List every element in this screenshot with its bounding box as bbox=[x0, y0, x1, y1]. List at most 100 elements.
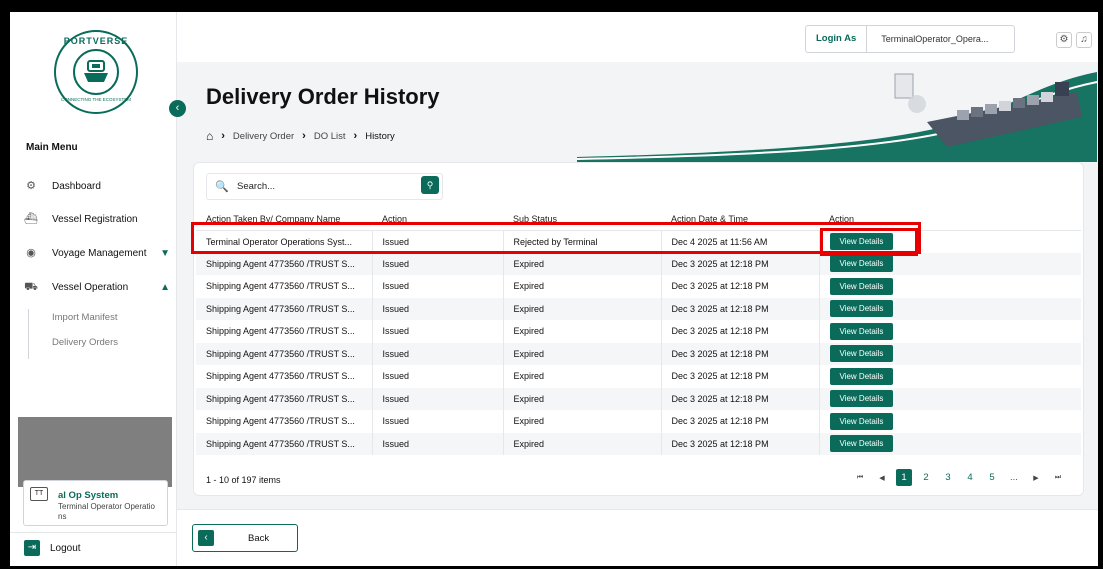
sidebar-item-label: Voyage Management bbox=[52, 247, 147, 259]
voyage-icon: ◉ bbox=[26, 247, 36, 259]
view-details-button[interactable]: View Details bbox=[829, 300, 894, 318]
logout-button[interactable]: ⇥ Logout bbox=[24, 540, 81, 556]
cell-company: Shipping Agent 4773560 /TRUST S... bbox=[196, 275, 373, 298]
page-header: Delivery Order History ⌂ › Delivery Orde… bbox=[177, 62, 1098, 162]
chevron-left-icon: ‹ bbox=[198, 530, 214, 546]
sidebar-item-dashboard[interactable]: ⚙ Dashboard bbox=[24, 176, 170, 196]
avatar: TT bbox=[30, 487, 48, 501]
cell-date: Dec 3 2025 at 12:18 PM bbox=[661, 365, 820, 388]
cell-date: Dec 3 2025 at 12:18 PM bbox=[661, 410, 820, 433]
page-3-button[interactable]: 3 bbox=[937, 472, 959, 483]
cell-action: Issued bbox=[372, 387, 504, 410]
cell-company: Shipping Agent 4773560 /TRUST S... bbox=[196, 252, 373, 275]
breadcrumb: ⌂ › Delivery Order › DO List › History bbox=[206, 129, 403, 143]
cell-date: Dec 3 2025 at 12:18 PM bbox=[661, 432, 820, 455]
view-details-button[interactable]: View Details bbox=[829, 367, 894, 385]
cell-sub-status: Expired bbox=[503, 365, 662, 388]
chevron-up-icon: ▲ bbox=[160, 281, 170, 293]
home-icon[interactable]: ⌂ bbox=[206, 129, 213, 143]
cell-date: Dec 3 2025 at 12:18 PM bbox=[661, 252, 820, 275]
logo-tagline: CONNECTING THE ECOSYSTEM bbox=[61, 97, 131, 102]
back-label: Back bbox=[248, 532, 270, 544]
view-details-button[interactable]: View Details bbox=[829, 412, 894, 430]
cell-company: Shipping Agent 4773560 /TRUST S... bbox=[196, 365, 373, 388]
breadcrumb-delivery-order[interactable]: Delivery Order bbox=[233, 131, 294, 142]
cell-company: Shipping Agent 4773560 /TRUST S... bbox=[196, 410, 373, 433]
cell-date: Dec 3 2025 at 12:18 PM bbox=[661, 387, 820, 410]
submenu-item-import-manifest[interactable]: Import Manifest bbox=[52, 309, 118, 334]
cell-actions: View Details bbox=[819, 410, 1081, 433]
cell-sub-status: Expired bbox=[503, 410, 662, 433]
breadcrumb-do-list[interactable]: DO List bbox=[314, 131, 346, 142]
user-card[interactable]: TT al Op System Terminal Operator Operat… bbox=[23, 480, 168, 526]
cell-action: Issued bbox=[372, 410, 504, 433]
cell-actions: View Details bbox=[819, 432, 1081, 455]
login-as-selector[interactable]: Login As TerminalOperator_Opera... bbox=[805, 25, 1015, 53]
chevron-right-icon: › bbox=[221, 130, 225, 142]
cell-sub-status: Expired bbox=[503, 387, 662, 410]
cell-actions: View Details bbox=[819, 297, 1081, 320]
highlight-view-details bbox=[820, 228, 918, 256]
sidebar-divider bbox=[10, 532, 177, 533]
cell-company: Shipping Agent 4773560 /TRUST S... bbox=[196, 342, 373, 365]
view-details-button[interactable]: View Details bbox=[829, 277, 894, 295]
portverse-logo: PORTVERSE CONNECTING THE ECOSYSTEM bbox=[54, 30, 138, 114]
dashboard-icon: ⚙ bbox=[26, 180, 36, 192]
first-page-button[interactable]: ⏮ bbox=[849, 474, 871, 482]
cell-sub-status: Expired bbox=[503, 320, 662, 343]
view-details-button[interactable]: View Details bbox=[829, 322, 894, 340]
cell-company: Shipping Agent 4773560 /TRUST S... bbox=[196, 432, 373, 455]
cell-actions: View Details bbox=[819, 320, 1081, 343]
search-input[interactable] bbox=[237, 181, 387, 192]
page-5-button[interactable]: 5 bbox=[981, 472, 1003, 483]
last-page-button[interactable]: ⏭ bbox=[1047, 474, 1069, 482]
table-row: Shipping Agent 4773560 /TRUST S... Issued… bbox=[196, 252, 1081, 275]
operation-icon: ⛟ bbox=[24, 281, 38, 293]
table-row: Shipping Agent 4773560 /TRUST S... Issued… bbox=[196, 320, 1081, 343]
view-details-button[interactable]: View Details bbox=[829, 390, 894, 408]
settings-icon[interactable]: ⚙ bbox=[1056, 32, 1072, 48]
cell-actions: View Details bbox=[819, 387, 1081, 410]
page-2-button[interactable]: 2 bbox=[915, 472, 937, 483]
sidebar-collapse-button[interactable]: ‹ bbox=[169, 100, 186, 117]
page-1-button[interactable]: 1 bbox=[896, 469, 912, 486]
page-4-button[interactable]: 4 bbox=[959, 472, 981, 483]
submenu-item-delivery-orders[interactable]: Delivery Orders bbox=[52, 334, 118, 359]
search-icon: 🔍 bbox=[215, 181, 229, 193]
ship-logo-icon bbox=[73, 49, 119, 95]
search-button[interactable]: ⚲ bbox=[421, 176, 439, 194]
app-window: PORTVERSE CONNECTING THE ECOSYSTEM Main … bbox=[10, 12, 1098, 566]
logo-text: PORTVERSE bbox=[63, 36, 129, 46]
sidebar-item-label: Dashboard bbox=[52, 180, 101, 192]
main-menu-title: Main Menu bbox=[26, 142, 78, 153]
view-details-button[interactable]: View Details bbox=[829, 345, 894, 363]
user-role: Terminal Operator Operatio ns bbox=[58, 502, 155, 521]
redacted-block bbox=[18, 417, 172, 487]
bell-icon[interactable]: ♫ bbox=[1076, 32, 1092, 48]
table-row: Shipping Agent 4773560 /TRUST S... Issued… bbox=[196, 342, 1081, 365]
vessel-operation-submenu: Import Manifest Delivery Orders bbox=[28, 309, 118, 359]
prev-page-button[interactable]: ◀ bbox=[871, 474, 893, 482]
next-page-button[interactable]: ▶ bbox=[1025, 474, 1047, 482]
view-details-button[interactable]: View Details bbox=[829, 255, 894, 273]
view-details-button[interactable]: View Details bbox=[829, 435, 894, 453]
table-row: Shipping Agent 4773560 /TRUST S... Issued… bbox=[196, 410, 1081, 433]
page-ellipsis-button[interactable]: ... bbox=[1003, 472, 1025, 483]
sidebar-item-vessel-registration[interactable]: ⛴ Vessel Registration bbox=[24, 209, 170, 229]
user-name: al Op System bbox=[58, 490, 119, 501]
chevron-right-icon: › bbox=[353, 130, 358, 142]
logout-icon: ⇥ bbox=[24, 540, 40, 556]
cell-sub-status: Expired bbox=[503, 252, 662, 275]
sidebar-item-vessel-operation[interactable]: ⛟ Vessel Operation ▲ bbox=[24, 277, 170, 297]
cell-sub-status: Expired bbox=[503, 342, 662, 365]
back-button[interactable]: ‹ Back bbox=[192, 524, 298, 552]
table-row: Shipping Agent 4773560 /TRUST S... Issued… bbox=[196, 275, 1081, 298]
pagination: ⏮ ◀ 1 2 3 4 5 ... ▶ ⏭ bbox=[849, 469, 1069, 486]
topbar: Login As TerminalOperator_Opera... ⚙ ♫ bbox=[177, 12, 1098, 62]
sidebar-item-voyage-management[interactable]: ◉ Voyage Management ▼ bbox=[24, 243, 170, 263]
cell-sub-status: Expired bbox=[503, 297, 662, 320]
cell-company: Shipping Agent 4773560 /TRUST S... bbox=[196, 320, 373, 343]
sidebar: PORTVERSE CONNECTING THE ECOSYSTEM Main … bbox=[10, 12, 177, 566]
footer-bar: ‹ Back bbox=[177, 509, 1098, 566]
cell-company: Shipping Agent 4773560 /TRUST S... bbox=[196, 297, 373, 320]
